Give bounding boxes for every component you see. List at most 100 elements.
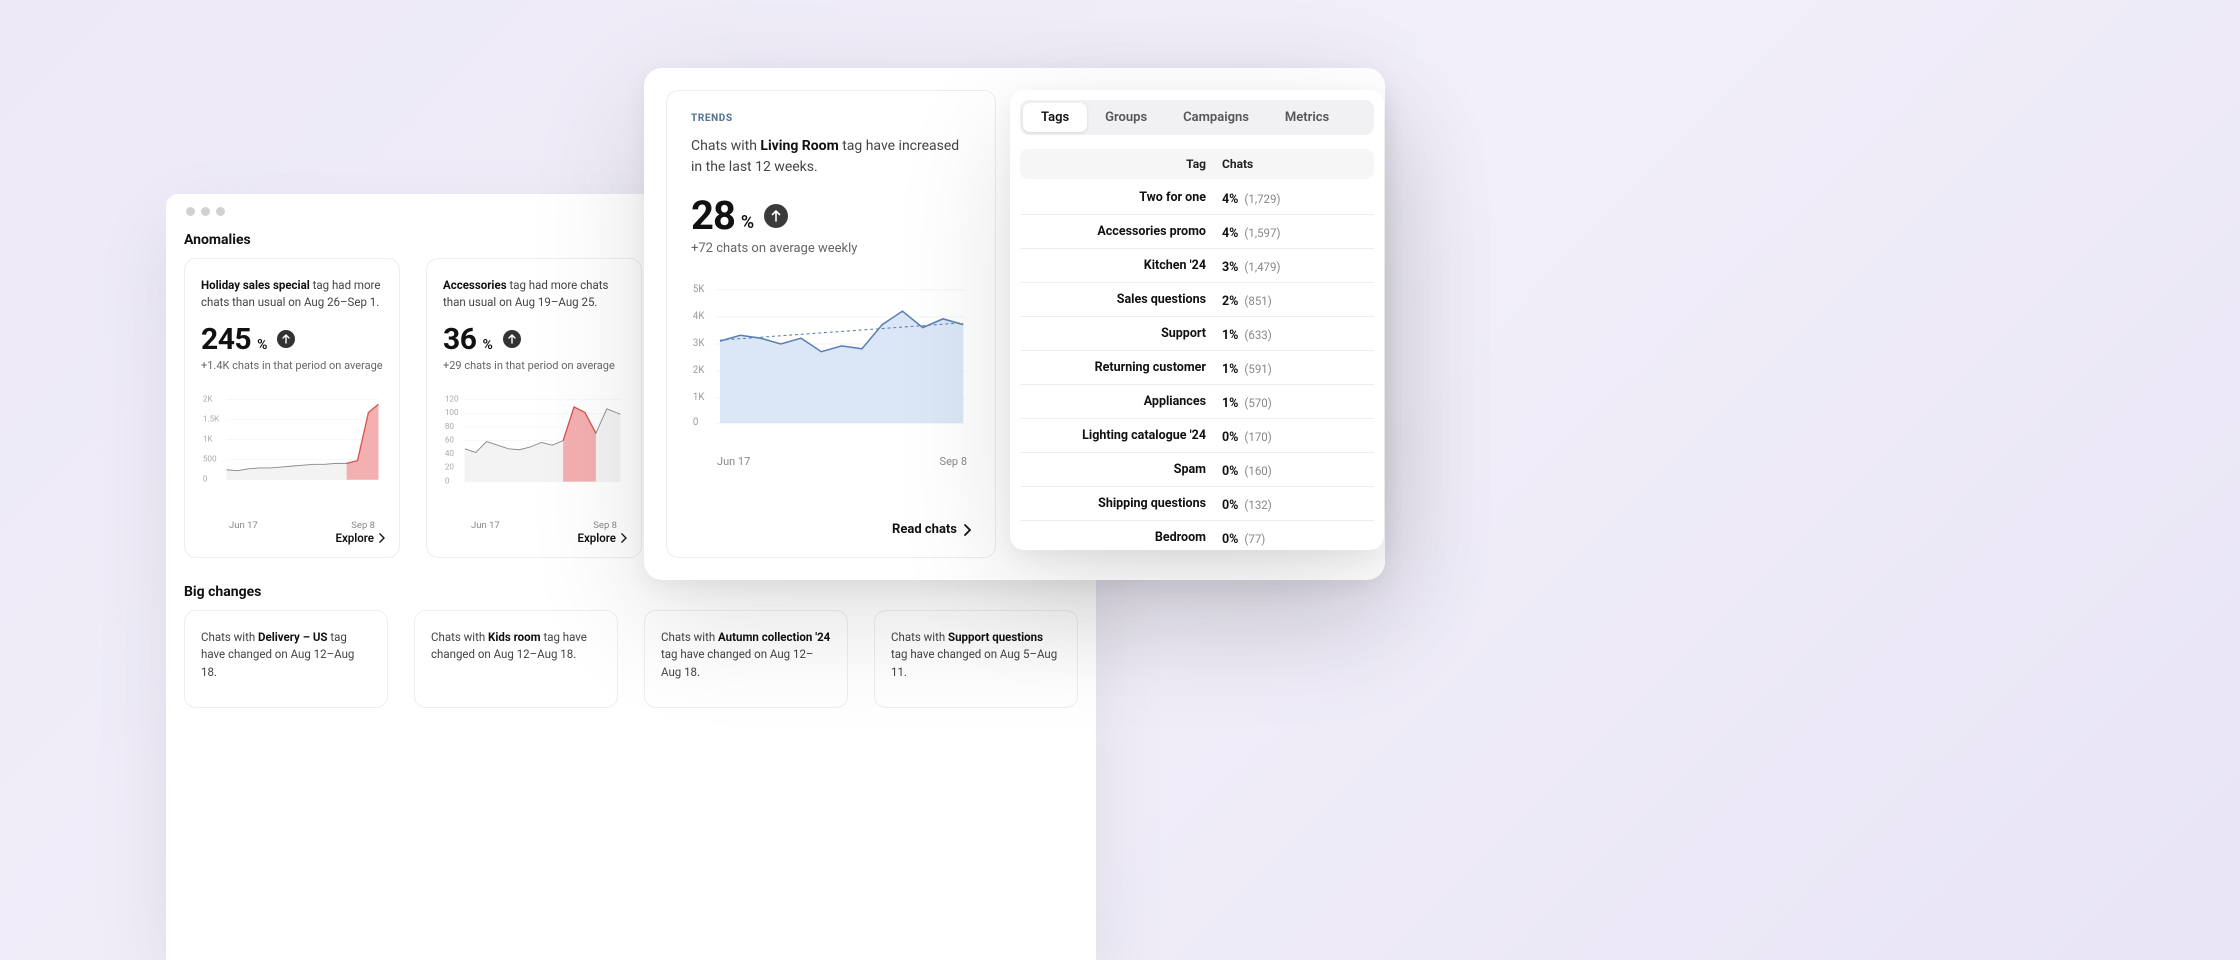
- trends-date-range: Jun 17 Sep 8: [691, 449, 971, 468]
- table-row[interactable]: Lighting catalogue '24 0%(170): [1020, 419, 1374, 453]
- percent-symbol: %: [257, 337, 267, 353]
- tab-groups[interactable]: Groups: [1087, 103, 1165, 132]
- read-chats-button[interactable]: Read chats: [892, 522, 971, 537]
- tag-name: Support: [1032, 326, 1222, 341]
- change-card[interactable]: Chats with Delivery – US tag have change…: [184, 610, 388, 708]
- trends-area-chart: 5K 4K 3K 2K 1K 0: [691, 270, 971, 445]
- tag-count: (1,479): [1244, 260, 1280, 274]
- anomaly-sub-metric: +29 chats in that period on average: [443, 359, 625, 372]
- tab-metrics[interactable]: Metrics: [1267, 103, 1347, 132]
- tag-count: (633): [1244, 328, 1271, 342]
- svg-text:4K: 4K: [693, 311, 705, 322]
- tag-name: Lighting catalogue '24: [1032, 428, 1222, 443]
- percent-symbol: %: [741, 212, 754, 233]
- percent-symbol: %: [482, 337, 492, 353]
- change-description: Chats with Autumn collection '24 tag hav…: [661, 629, 831, 681]
- tags-panel: Tags Groups Campaigns Metrics Tag Chats …: [1010, 90, 1384, 550]
- tag-percent: 1%: [1222, 362, 1244, 377]
- tag-name: Bedroom: [1032, 530, 1222, 545]
- table-row[interactable]: Support 1%(633): [1020, 317, 1374, 351]
- tag-count: (160): [1244, 464, 1271, 478]
- tags-header-chats: Chats: [1222, 157, 1362, 171]
- svg-text:40: 40: [445, 448, 455, 458]
- tag-count: (132): [1244, 498, 1271, 512]
- anomaly-sub-metric: +1.4K chats in that period on average: [201, 359, 383, 372]
- svg-text:1.5K: 1.5K: [203, 413, 220, 423]
- tag-percent: 4%: [1222, 226, 1244, 241]
- table-row[interactable]: Returning customer 1%(591): [1020, 351, 1374, 385]
- tag-percent: 2%: [1222, 294, 1244, 309]
- anomaly-tag-name: Holiday sales special: [201, 278, 310, 292]
- tab-tags[interactable]: Tags: [1023, 103, 1087, 132]
- tab-campaigns[interactable]: Campaigns: [1165, 103, 1267, 132]
- chart-date-start: Jun 17: [471, 520, 500, 531]
- svg-text:80: 80: [445, 420, 455, 430]
- chart-date-end: Sep 8: [593, 520, 617, 531]
- tag-name: Kitchen '24: [1032, 258, 1222, 273]
- svg-text:120: 120: [445, 393, 459, 403]
- tag-percent: 0%: [1222, 464, 1244, 479]
- change-card[interactable]: Chats with Support questions tag have ch…: [874, 610, 1078, 708]
- anomaly-card[interactable]: Accessories tag had more chats than usua…: [426, 258, 642, 558]
- change-prefix: Chats with: [661, 630, 718, 644]
- read-chats-label: Read chats: [892, 522, 957, 537]
- table-row[interactable]: Sales questions 2%(851): [1020, 283, 1374, 317]
- change-card[interactable]: Chats with Kids room tag have changed on…: [414, 610, 618, 708]
- change-prefix: Chats with: [431, 630, 488, 644]
- anomaly-value: 36: [443, 322, 476, 357]
- minimize-dot[interactable]: [201, 207, 210, 216]
- anomaly-value: 245: [201, 322, 251, 357]
- tag-name: Spam: [1032, 462, 1222, 477]
- arrow-up-icon: [764, 204, 788, 228]
- trends-value: 28: [691, 192, 735, 239]
- anomaly-description: Accessories tag had more chats than usua…: [443, 277, 625, 312]
- table-row[interactable]: Two for one 4%(1,729): [1020, 181, 1374, 215]
- tags-table: Tag Chats Two for one 4%(1,729) Accessor…: [1010, 149, 1384, 550]
- tag-count: (170): [1244, 430, 1271, 444]
- change-tag-name: Delivery – US: [258, 630, 327, 644]
- change-card[interactable]: Chats with Autumn collection '24 tag hav…: [644, 610, 848, 708]
- tag-percent: 0%: [1222, 430, 1244, 445]
- change-desc-text: tag have changed on Aug 5–Aug 11.: [891, 647, 1057, 678]
- anomaly-sparkline-chart: 120 100 80 60 40 20 0: [443, 382, 625, 512]
- change-prefix: Chats with: [201, 630, 258, 644]
- table-row[interactable]: Kitchen '24 3%(1,479): [1020, 249, 1374, 283]
- svg-text:2K: 2K: [693, 365, 705, 376]
- change-description: Chats with Kids room tag have changed on…: [431, 629, 601, 664]
- tag-name: Two for one: [1032, 190, 1222, 205]
- tag-name: Shipping questions: [1032, 496, 1222, 511]
- change-description: Chats with Support questions tag have ch…: [891, 629, 1061, 681]
- svg-text:20: 20: [445, 461, 455, 471]
- trends-section-label: TRENDS: [691, 113, 971, 124]
- zoom-dot[interactable]: [216, 207, 225, 216]
- change-prefix: Chats with: [891, 630, 948, 644]
- change-tag-name: Autumn collection '24: [718, 630, 830, 644]
- trends-desc-prefix: Chats with: [691, 138, 760, 154]
- table-row[interactable]: Shipping questions 0%(132): [1020, 487, 1374, 521]
- explore-button[interactable]: Explore: [578, 531, 628, 545]
- tag-name: Sales questions: [1032, 292, 1222, 307]
- chevron-right-icon: [378, 533, 385, 543]
- table-row[interactable]: Bedroom 0%(77): [1020, 521, 1374, 550]
- close-dot[interactable]: [186, 207, 195, 216]
- table-row[interactable]: Spam 0%(160): [1020, 453, 1374, 487]
- trends-description: Chats with Living Room tag have increase…: [691, 136, 971, 178]
- explore-button[interactable]: Explore: [336, 531, 386, 545]
- svg-text:60: 60: [445, 434, 455, 444]
- svg-text:1K: 1K: [693, 392, 705, 403]
- tag-count: (1,729): [1244, 192, 1280, 206]
- tag-count: (591): [1244, 362, 1271, 376]
- trends-sub-metric: +72 chats on average weekly: [691, 241, 971, 256]
- change-tag-name: Kids room: [488, 630, 541, 644]
- change-description: Chats with Delivery – US tag have change…: [201, 629, 371, 681]
- trends-tag-name: Living Room: [760, 138, 838, 154]
- table-row[interactable]: Appliances 1%(570): [1020, 385, 1374, 419]
- chart-date-range: Jun 17 Sep 8: [443, 516, 625, 531]
- table-row[interactable]: Accessories promo 4%(1,597): [1020, 215, 1374, 249]
- chart-date-range: Jun 17 Sep 8: [201, 516, 383, 531]
- tags-table-header: Tag Chats: [1020, 149, 1374, 179]
- anomaly-card[interactable]: Holiday sales special tag had more chats…: [184, 258, 400, 558]
- explore-label: Explore: [578, 531, 617, 545]
- svg-text:5K: 5K: [693, 284, 705, 295]
- trends-date-start: Jun 17: [717, 455, 750, 468]
